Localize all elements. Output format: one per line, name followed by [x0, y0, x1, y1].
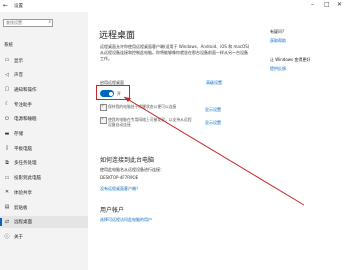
- annotation-arrow-head: [124, 97, 131, 102]
- annotation-arrow: [123, 96, 305, 206]
- annotation-arrow-line: [123, 96, 305, 206]
